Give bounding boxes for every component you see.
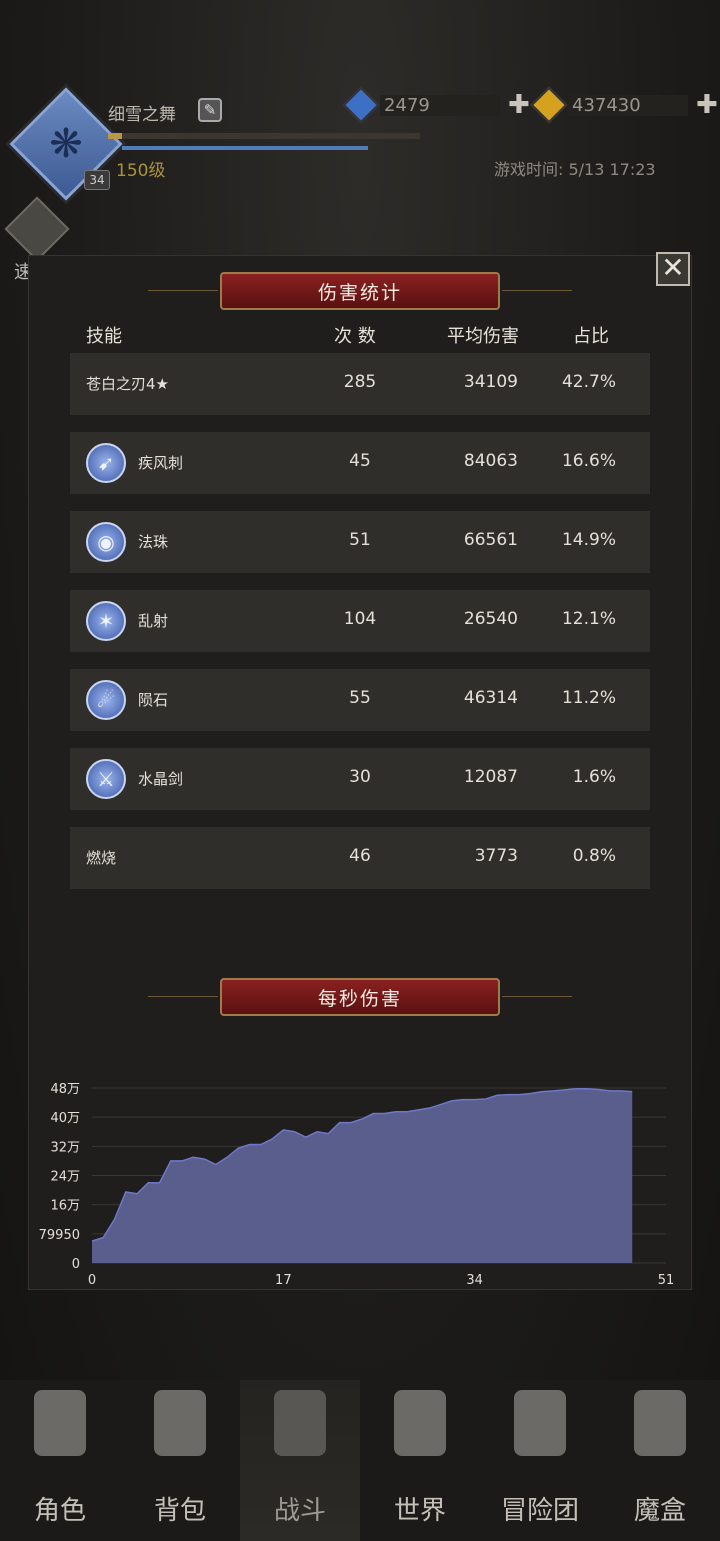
bottom-nav: 角色 背包 战斗 世界 冒险团 魔盒 [0,1380,720,1541]
x-tick-label: 34 [466,1273,483,1288]
y-tick-label: 0 [72,1257,80,1272]
skill-avg-damage: 34109 [463,372,518,392]
xp-bar [108,133,420,139]
meteor-icon: ☄ [86,680,126,720]
skill-row: ➹ 疾风刺 45 84063 16.6% [70,432,650,494]
skill-share: 0.8% [572,846,616,866]
skill-count: 30 [349,767,371,787]
orb-icon: ◉ [86,522,126,562]
skill-count: 285 [343,372,377,392]
nav-item-4[interactable]: 冒险团 [480,1380,600,1541]
xp-bar-fill [108,133,122,139]
skill-count: 51 [349,530,371,550]
skill-avg-damage: 84063 [463,451,518,471]
add-blue-gem-button[interactable]: ✚ [508,90,530,120]
currency-gold: 437430 ✚ [530,86,718,124]
dps-area [92,1088,633,1263]
castle-icon [514,1390,566,1456]
skill-avg-damage: 26540 [463,609,518,629]
skill-share: 11.2% [561,688,616,708]
nav-item-3[interactable]: 世界 [360,1380,480,1541]
cube-icon [634,1390,686,1456]
nav-label: 冒险团 [500,1496,579,1526]
skill-avg-damage: 12087 [463,767,518,787]
secondary-bar-fill [122,146,368,150]
blue-gem-amount: 2479 [380,94,500,116]
nav-item-1[interactable]: 背包 [120,1380,240,1541]
crystal-sword-icon: ⚔ [86,759,126,799]
col-header-count: 次 数 [334,326,376,347]
nav-label: 魔盒 [633,1496,686,1526]
player-name: 细雪之舞 [108,105,176,125]
skill-name: 燃烧 [86,849,117,867]
gold-gem-icon [530,86,568,124]
x-tick-label: 51 [658,1273,675,1288]
dps-title: 每秒伤害 [317,987,402,1010]
skill-avg-damage: 46314 [463,688,518,708]
helmet-icon [34,1390,86,1456]
gale-stab-icon: ➹ [86,443,126,483]
dps-title-banner: 每秒伤害 [148,978,572,1016]
skill-row: 燃烧 46 3773 0.8% [70,827,650,889]
skill-share: 12.1% [561,609,616,629]
skill-share: 14.9% [561,530,616,550]
barrage-icon: ✶ [86,601,126,641]
skill-count: 46 [349,846,371,866]
currency-blue: 2479 ✚ [342,86,530,124]
gold-gem-amount: 437430 [568,94,688,116]
blue-gem-icon [342,86,380,124]
panel-title: 伤害统计 [317,281,402,304]
dps-chart: 48万 40万 32万 24万 16万 79950 00 17 34 51 [39,1082,675,1288]
add-gold-gem-button[interactable]: ✚ [696,90,718,120]
y-tick-label: 16万 [50,1199,80,1214]
game-time: 游戏时间: 5/13 17:23 [494,160,656,179]
skill-count: 45 [349,451,371,471]
nav-label: 角色 [33,1496,86,1526]
nav-label: 背包 [153,1496,206,1526]
y-tick-label: 48万 [50,1082,80,1097]
nav-label: 世界 [393,1496,446,1526]
nav-item-0[interactable]: 角色 [0,1380,120,1541]
col-header-share: 占比 [573,326,609,347]
damage-stats-title-banner: 伤害统计 [148,272,572,310]
skill-name: 水晶剑 [138,770,184,788]
skill-row: 苍白之刃4★ 285 34109 42.7% [70,353,650,415]
skill-avg-damage: 66561 [463,530,518,550]
y-tick-label: 24万 [50,1170,80,1185]
skill-share: 1.6% [572,767,616,787]
avatar-level-badge: 34 [84,170,110,190]
y-tick-label: 79950 [39,1228,80,1243]
skill-row: ◉ 法珠 51 66561 14.9% [70,511,650,573]
backpack-icon [154,1390,206,1456]
skill-name: 疾风刺 [138,454,184,472]
skill-share: 16.6% [561,451,616,471]
skill-share: 42.7% [561,372,616,392]
skill-name: 乱射 [138,612,169,630]
col-header-skill: 技能 [86,326,122,347]
nav-label: 战斗 [273,1496,326,1526]
skill-name: 苍白之刃4★ [86,375,169,393]
skill-row: ⚔ 水晶剑 30 12087 1.6% [70,748,650,810]
close-button[interactable]: ✕ [656,252,690,286]
skill-name: 法珠 [138,533,169,551]
swords-shield-icon [274,1390,326,1456]
player-level: 150级 [116,161,166,181]
skill-name: 陨石 [138,691,169,709]
map-scroll-icon [394,1390,446,1456]
y-tick-label: 32万 [50,1140,80,1155]
skill-row: ✶ 乱射 104 26540 12.1% [70,590,650,652]
x-tick-label: 0 [88,1273,96,1288]
skill-count: 104 [343,609,377,629]
x-tick-label: 17 [275,1273,292,1288]
nav-item-5[interactable]: 魔盒 [600,1380,720,1541]
skill-avg-damage: 3773 [474,846,518,866]
edit-name-icon[interactable]: ✎ [198,98,222,122]
y-tick-label: 40万 [50,1111,80,1126]
col-header-avg-damage: 平均伤害 [447,326,519,347]
skill-count: 55 [349,688,371,708]
nav-item-2[interactable]: 战斗 [240,1380,360,1541]
skill-row: ☄ 陨石 55 46314 11.2% [70,669,650,731]
